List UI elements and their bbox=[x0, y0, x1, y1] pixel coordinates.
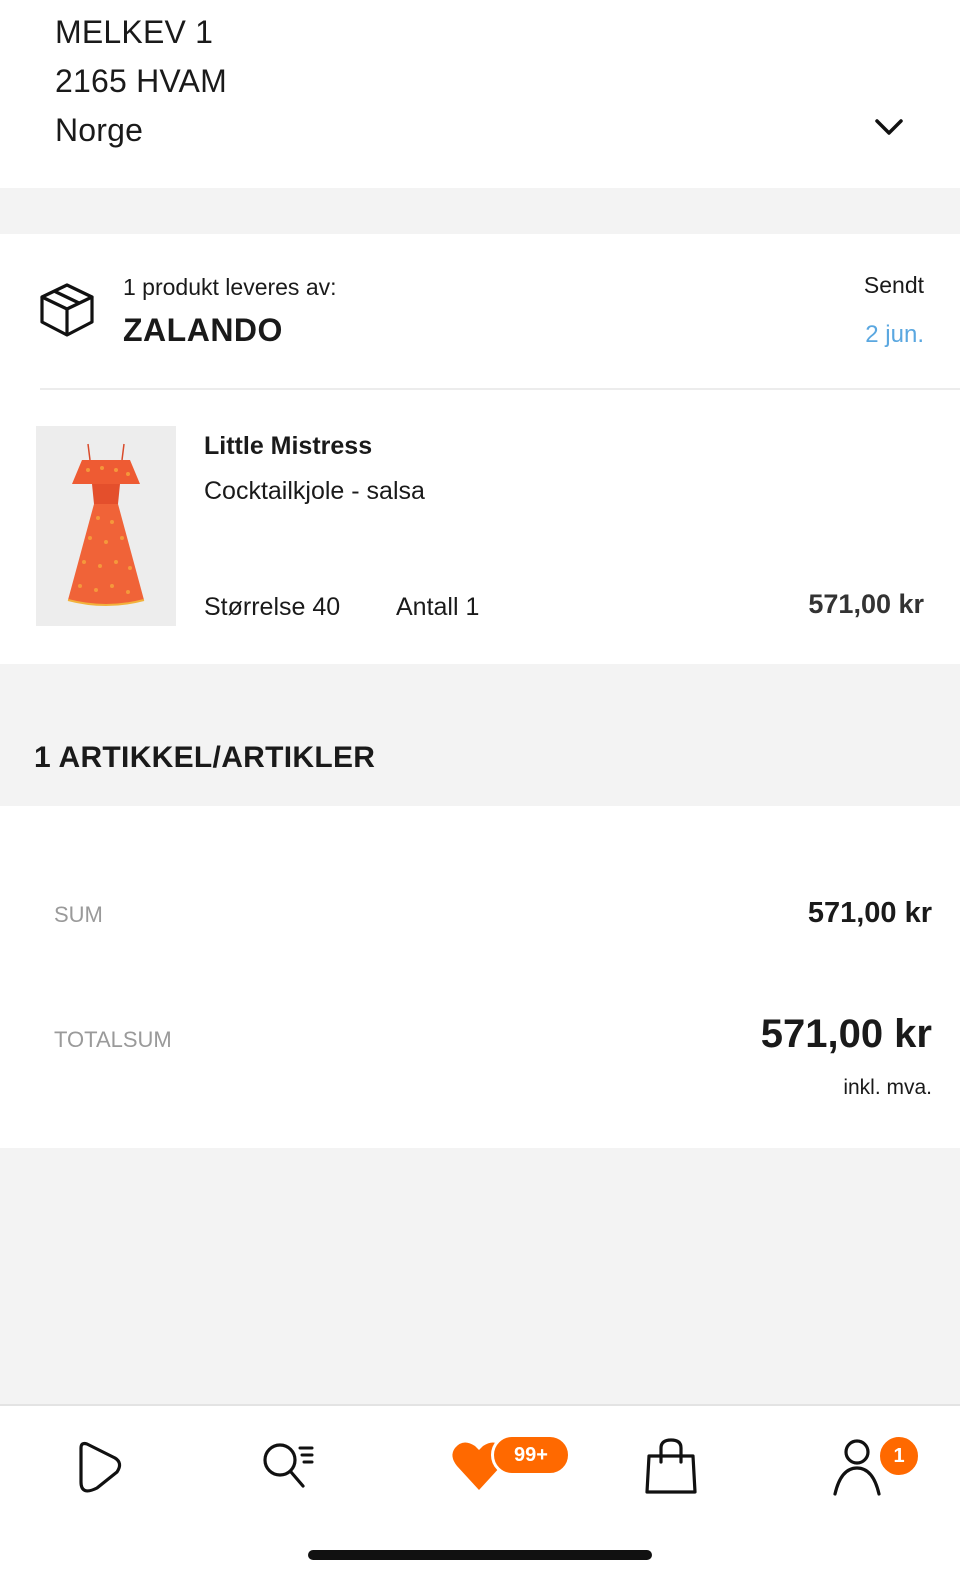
sum-value: 571,00 kr bbox=[807, 897, 932, 929]
shopping-bag-icon[interactable] bbox=[641, 1436, 701, 1496]
empty-area bbox=[0, 1148, 960, 1404]
summary-title: 1 ARTIKKEL/ARTIKLER bbox=[34, 741, 376, 774]
total-label: TOTALSUM bbox=[54, 1027, 172, 1052]
shipping-address[interactable]: MELKEV 1 2165 HVAM Norge bbox=[0, 0, 960, 188]
dress-image bbox=[67, 443, 145, 606]
summary-header: 1 ARTIKKEL/ARTIKLER bbox=[0, 664, 960, 806]
product-price: 571,00 kr bbox=[808, 589, 924, 619]
total-value: 571,00 kr bbox=[760, 1012, 932, 1056]
vat-note: inkl. mva. bbox=[843, 1076, 932, 1099]
delivery-label: 1 produkt leveres av: bbox=[123, 274, 337, 300]
sum-label: SUM bbox=[54, 902, 103, 927]
profile-notification-badge: 1 bbox=[877, 1434, 921, 1478]
shipping-status: Sendt bbox=[863, 272, 924, 298]
address-city: 2165 HVAM bbox=[55, 63, 227, 99]
product-quantity: Antall 1 bbox=[396, 593, 480, 621]
package-box-icon bbox=[40, 283, 94, 337]
play-shape-icon[interactable] bbox=[67, 1436, 127, 1496]
divider bbox=[40, 388, 960, 390]
product-image[interactable] bbox=[36, 426, 176, 626]
product-size: Størrelse 40 bbox=[204, 593, 341, 621]
address-country: Norge bbox=[55, 112, 144, 148]
order-totals: SUM 571,00 kr TOTALSUM 571,00 kr inkl. m… bbox=[0, 806, 960, 1148]
product-name[interactable]: Cocktailkjole - salsa bbox=[204, 477, 425, 506]
search-icon[interactable] bbox=[258, 1436, 318, 1496]
chevron-down-icon[interactable] bbox=[872, 112, 906, 142]
delivery-section: 1 produkt leveres av: ZALANDO Sendt 2 ju… bbox=[0, 234, 960, 664]
home-indicator[interactable] bbox=[308, 1550, 652, 1560]
section-separator bbox=[0, 188, 960, 234]
product-brand[interactable]: Little Mistress bbox=[204, 432, 372, 461]
address-street: MELKEV 1 bbox=[55, 14, 214, 50]
seller-name: ZALANDO bbox=[123, 312, 283, 348]
bottom-tab-bar: 99+ 1 bbox=[0, 1404, 960, 1590]
shipping-date: 2 jun. bbox=[865, 321, 924, 348]
wishlist-count-badge: 99+ bbox=[491, 1434, 571, 1476]
